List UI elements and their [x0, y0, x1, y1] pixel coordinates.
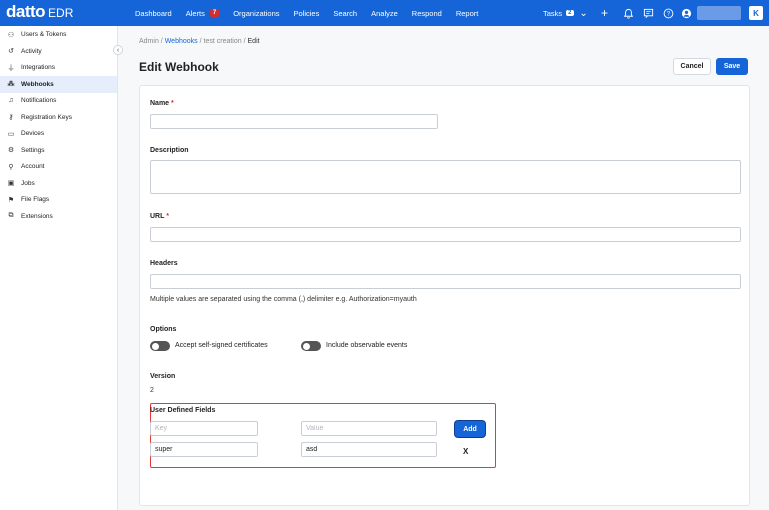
version-value: 2: [150, 387, 154, 394]
collapse-sidebar-icon[interactable]: ‹: [113, 45, 123, 55]
nav-alerts-label: Alerts: [185, 8, 205, 18]
observable-events-label: Include observable events: [326, 342, 408, 349]
sidebar-item-label: Extensions: [21, 212, 53, 220]
sidebar-item-settings[interactable]: ⚙ Settings: [0, 142, 117, 159]
options-label: Options: [150, 326, 177, 333]
webhook-icon: ⁂: [7, 81, 15, 89]
udf-row-key[interactable]: [150, 442, 258, 457]
headers-help-text: Multiple values are separated using the …: [150, 296, 417, 303]
users-icon: ⚇: [7, 31, 15, 39]
sidebar-item-jobs[interactable]: ▣ Jobs: [0, 175, 117, 192]
nav-alerts[interactable]: Alerts 7: [186, 9, 220, 18]
tasks-menu[interactable]: Tasks 2: [543, 9, 574, 18]
page-title: Edit Webhook: [139, 60, 219, 74]
devices-icon: ▭: [7, 130, 15, 138]
product-name: EDR: [48, 6, 74, 20]
nav-policies[interactable]: Policies: [294, 9, 320, 18]
user-avatar-icon[interactable]: [681, 7, 693, 19]
sidebar-item-devices[interactable]: ▭ Devices: [0, 126, 117, 143]
nav-dashboard[interactable]: Dashboard: [135, 9, 172, 18]
cancel-button[interactable]: Cancel: [673, 58, 711, 75]
account-switcher[interactable]: K: [749, 6, 763, 20]
sidebar-item-registration-keys[interactable]: ⚷ Registration Keys: [0, 109, 117, 126]
udf-add-button[interactable]: Add: [455, 421, 485, 437]
bell-icon[interactable]: [623, 7, 635, 19]
webhook-form-card: Name * Description URL * Headers Multipl…: [139, 85, 750, 506]
breadcrumb-item: test creation: [203, 38, 242, 45]
sidebar-item-label: Jobs: [21, 179, 35, 187]
gear-icon: ⚙: [7, 147, 15, 155]
sidebar-item-label: Settings: [21, 146, 45, 154]
headers-label: Headers: [150, 260, 178, 267]
main-content: Admin / Webhooks / test creation / Edit …: [118, 26, 769, 510]
help-icon[interactable]: ?: [663, 7, 675, 19]
tasks-label: Tasks: [543, 8, 563, 18]
puzzle-icon: ⧉: [8, 212, 14, 220]
datto-logo[interactable]: datto EDR: [6, 2, 73, 22]
udf-key-input[interactable]: [150, 421, 258, 436]
observable-events-toggle[interactable]: [301, 341, 321, 351]
breadcrumb-webhooks-link[interactable]: Webhooks: [165, 38, 198, 45]
sidebar-item-label: Users & Tokens: [21, 31, 67, 39]
flag-icon: ⚑: [7, 196, 15, 204]
breadcrumb-current: Edit: [247, 38, 260, 45]
headers-input[interactable]: [150, 274, 741, 289]
description-label: Description: [150, 147, 189, 154]
svg-text:?: ?: [667, 11, 671, 17]
self-signed-toggle[interactable]: [150, 341, 170, 351]
bell-icon: ♫: [8, 97, 14, 105]
message-icon[interactable]: [643, 7, 655, 19]
plus-icon[interactable]: +: [599, 6, 611, 20]
sidebar-item-webhooks[interactable]: ⁂ Webhooks: [0, 76, 117, 93]
self-signed-label: Accept self-signed certificates: [175, 342, 268, 349]
sidebar-item-notifications[interactable]: ♫ Notifications: [0, 93, 117, 110]
sidebar-item-activity[interactable]: ↺ Activity: [0, 43, 117, 60]
logo-text: datto: [6, 2, 46, 21]
sidebar-item-account[interactable]: ⚲ Account: [0, 159, 117, 176]
nav-respond[interactable]: Respond: [412, 9, 442, 18]
sidebar-item-extensions[interactable]: ⧉ Extensions: [0, 208, 117, 225]
user-name-redacted[interactable]: [696, 6, 741, 20]
sidebar: ‹ ⚇ Users & Tokens ↺ Activity ⏚ Integration…: [0, 26, 123, 510]
name-label: Name *: [150, 100, 174, 107]
top-navbar: datto EDR Dashboard Alerts 7 Organizations…: [0, 0, 769, 26]
sidebar-item-label: Integrations: [21, 64, 55, 72]
description-textarea[interactable]: [150, 160, 741, 194]
breadcrumb-admin: Admin: [139, 38, 159, 45]
sidebar-item-label: Activity: [21, 47, 42, 55]
sidebar-item-file-flags[interactable]: ⚑ File Flags: [0, 192, 117, 209]
sidebar-item-label: Notifications: [21, 97, 57, 105]
tasks-count-badge: 2: [566, 10, 574, 16]
udf-label: User Defined Fields: [150, 407, 216, 414]
nav-report[interactable]: Report: [456, 9, 479, 18]
version-label: Version: [150, 373, 176, 380]
sidebar-item-integrations[interactable]: ⏚ Integrations: [0, 60, 117, 77]
sidebar-item-label: File Flags: [21, 196, 50, 204]
plug-icon: ⏚: [7, 64, 15, 72]
chevron-down-icon[interactable]: ⌄: [578, 7, 590, 19]
history-icon: ↺: [8, 48, 14, 56]
name-input[interactable]: [150, 114, 438, 129]
sidebar-item-label: Account: [21, 163, 45, 171]
url-label: URL *: [150, 213, 169, 220]
nav-organizations[interactable]: Organizations: [233, 9, 279, 18]
url-input[interactable]: [150, 227, 741, 242]
udf-remove-row-button[interactable]: X: [463, 447, 468, 456]
briefcase-icon: ▣: [7, 180, 15, 188]
udf-value-input[interactable]: [301, 421, 437, 436]
nav-search[interactable]: Search: [333, 9, 357, 18]
udf-row-value[interactable]: [301, 442, 437, 457]
person-icon: ⚲: [8, 163, 14, 171]
breadcrumb: Admin / Webhooks / test creation / Edit: [139, 38, 260, 45]
nav-analyze[interactable]: Analyze: [371, 9, 398, 18]
main-nav: Dashboard Alerts 7 Organizations Policies…: [135, 0, 492, 26]
key-icon: ⚷: [8, 114, 14, 122]
alerts-badge: 7: [209, 9, 220, 17]
header-tools: Tasks 2 ⌄ + ?: [543, 0, 741, 26]
save-button[interactable]: Save: [716, 58, 748, 75]
sidebar-item-label: Devices: [21, 130, 45, 138]
sidebar-item-users-tokens[interactable]: ⚇ Users & Tokens: [0, 27, 117, 44]
sidebar-item-label: Webhooks: [21, 80, 54, 88]
sidebar-item-label: Registration Keys: [21, 113, 72, 121]
